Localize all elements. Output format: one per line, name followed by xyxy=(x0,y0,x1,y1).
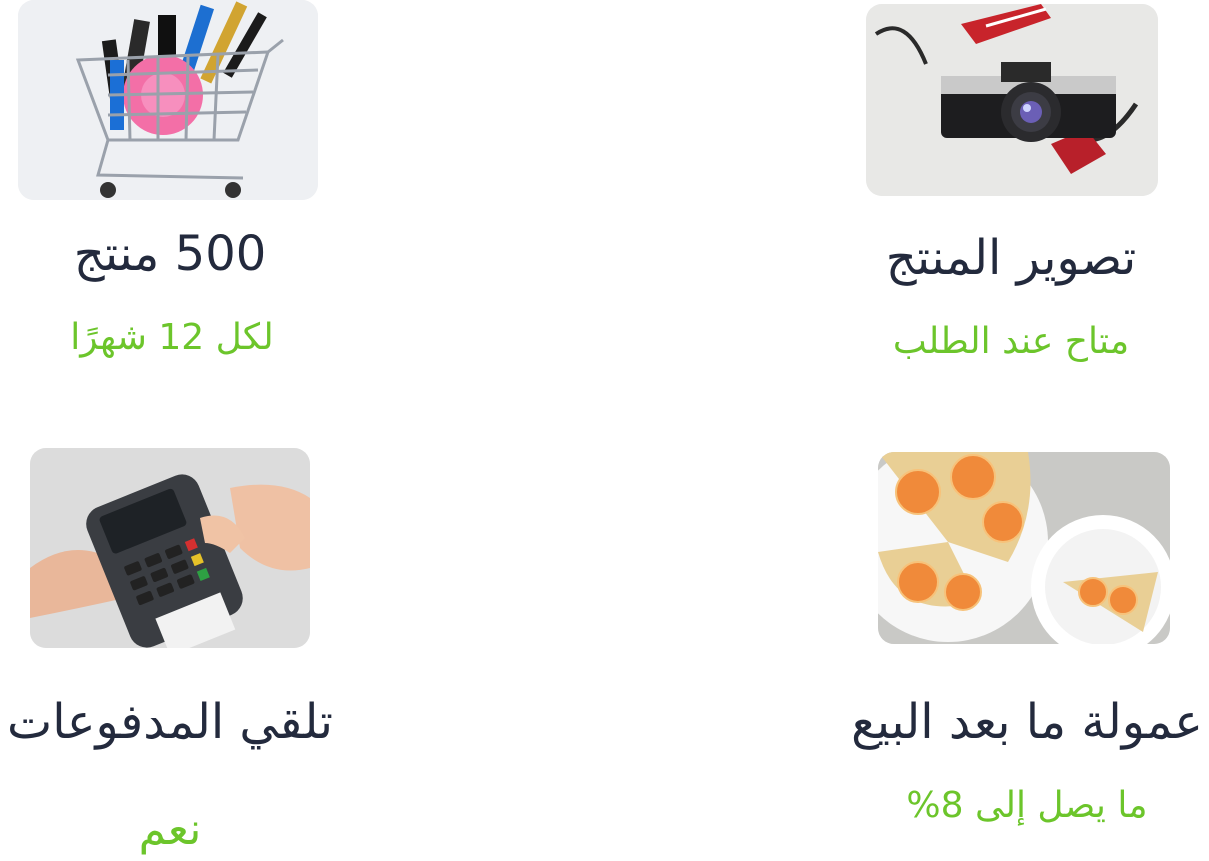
feature-title: تلقي المدفوعات xyxy=(7,694,333,750)
feature-title: عمولة ما بعد البيع xyxy=(851,694,1203,750)
shopping-cart-image xyxy=(18,0,318,200)
tart-image xyxy=(878,452,1170,644)
shopping-cart-icon xyxy=(18,0,318,200)
tart-dessert-icon xyxy=(878,452,1170,644)
payment-terminal-image xyxy=(30,448,310,648)
feature-subtitle: نعم xyxy=(138,804,202,855)
card-terminal-icon xyxy=(30,448,310,648)
feature-title: تصوير المنتج xyxy=(885,230,1137,286)
feature-subtitle: ما يصل إلى 8% xyxy=(906,785,1148,826)
feature-title: 500 منتج xyxy=(73,226,267,282)
camera-icon xyxy=(866,4,1158,196)
feature-subtitle: لكل 12 شهرًا xyxy=(70,317,274,358)
camera-image xyxy=(866,4,1158,196)
feature-subtitle: متاح عند الطلب xyxy=(892,321,1130,362)
